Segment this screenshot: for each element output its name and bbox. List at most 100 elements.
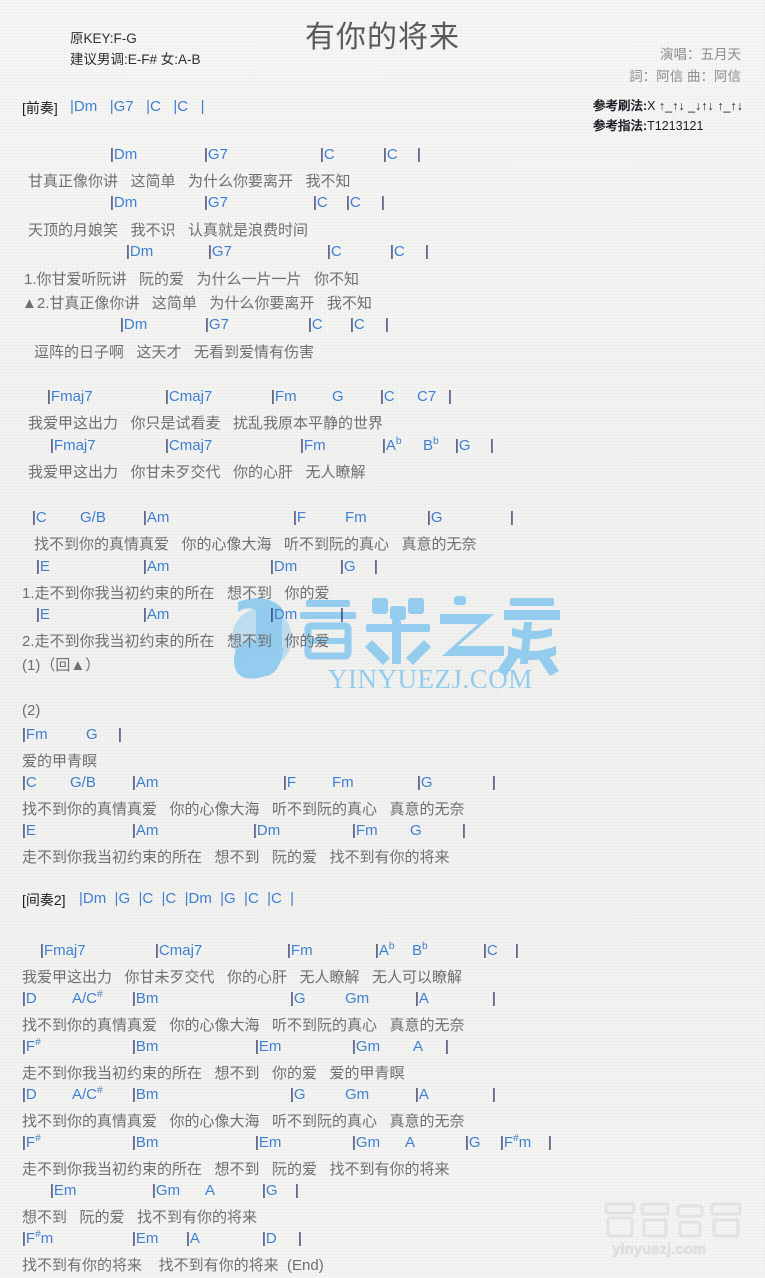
lyric-text: 想不到 阮的爱 找不到有你的将来: [22, 1209, 258, 1226]
lyric-text: 找不到你的真情真爱 你的心像大海 听不到阮的真心 真意的无奈: [22, 1017, 465, 1034]
chord-token: Gm: [345, 990, 369, 1007]
chord-token: |C: [383, 146, 398, 163]
chord-name: Fm: [274, 388, 297, 405]
chord-token: G: [332, 388, 344, 405]
bar-line: |: [340, 606, 344, 623]
chord-token: |Bm: [132, 990, 158, 1007]
chord-token: |F: [293, 509, 306, 526]
chord-name: G7: [207, 194, 228, 211]
bar-line: |: [425, 243, 429, 260]
bar-line: |: [118, 726, 122, 743]
lyric-text: 1.走不到你我当初约束的所在 想不到 你的爱: [22, 585, 330, 602]
chord-token: |Ab: [375, 941, 395, 959]
chord-token: |G: [455, 437, 471, 454]
lyric-text: 我爱甲这出力 你甘未歹交代 你的心肝 无人瞭解: [28, 464, 366, 481]
chord-token: |G: [290, 1086, 306, 1103]
bar-line: |: [492, 1086, 496, 1103]
chord-token: A: [413, 1038, 423, 1055]
bar-line: |: [448, 388, 452, 405]
lyric-row: 找不到你的真情真爱 你的心像大海 听不到阮的真心 真意的无奈: [0, 1110, 765, 1134]
chord-token: |: [417, 146, 421, 163]
chord-token: |Ab: [382, 436, 402, 454]
chord-token: |G7: [208, 243, 232, 260]
lyric-row: 找不到你的真情真爱 你的心像大海 听不到阮的真心 真意的无奈: [0, 533, 765, 557]
chord-name: A: [418, 990, 429, 1007]
chord-token: |A: [186, 1230, 200, 1247]
chord-row: |Dm |G7 |C |C |: [0, 146, 765, 170]
chord-token: |E: [36, 606, 50, 623]
chord-name: G7: [211, 243, 232, 260]
chord-token: A/C#: [72, 989, 103, 1007]
chord-token: |: [445, 1038, 449, 1055]
lyric-row: 走不到你我当初约束的所在 想不到 阮的爱 找不到有你的将来: [0, 1158, 765, 1182]
chord-token: |Dm: [126, 243, 153, 260]
chord-name: Em: [53, 1182, 77, 1199]
chord-row: |Em |Gm A |G |: [0, 1182, 765, 1206]
chord-name: G: [458, 437, 471, 454]
chord-name: Gm: [355, 1038, 381, 1055]
bar-line: |: [492, 990, 496, 1007]
chord-name: Dm: [273, 558, 298, 575]
chord-row: |Fmaj7 |Cmaj7 |Fm |Ab Bb |C |: [0, 941, 765, 966]
chord-token: |G: [417, 774, 433, 791]
chord-row: |D A/C# |Bm |G Gm |A |: [0, 989, 765, 1014]
chord-token: A: [405, 1134, 415, 1151]
chord-token: A/C#: [72, 1085, 103, 1103]
chord-token: |Am: [132, 774, 158, 791]
lyric-text: 我爱甲这出力 你只是试看麦 扰乱我原本平静的世界: [28, 415, 384, 432]
chord-name: C: [316, 194, 328, 211]
lyric-row: 走不到你我当初约束的所在 想不到 你的爱 爱的甲青瞑: [0, 1062, 765, 1086]
chord-token: |C: [22, 774, 37, 791]
chord-name: Cmaj7: [158, 942, 203, 959]
chord-name: Dm: [113, 146, 138, 163]
chord-token: |Bm: [132, 1134, 158, 1151]
chord-token: |: [295, 1182, 299, 1199]
chord-token: |G: [290, 990, 306, 1007]
lyric-text: 找不到你的真情真爱 你的心像大海 听不到阮的真心 真意的无奈: [22, 801, 465, 818]
chord-name: Fm: [25, 726, 48, 743]
chord-name: G: [86, 726, 98, 743]
chord-token: G: [86, 726, 98, 743]
chord-token: Fm: [332, 774, 354, 791]
chord-token: |F#m: [22, 1229, 53, 1247]
chord-token: |D: [262, 1230, 277, 1247]
lyric-text: 爱的甲青瞑: [22, 753, 98, 770]
chord-name: C: [393, 243, 405, 260]
chord-token: |G7: [204, 194, 228, 211]
chord-name: Cmaj7: [168, 437, 213, 454]
bar-line: |: [381, 194, 385, 211]
lyric-text: 找不到你的真情真爱 你的心像大海 听不到阮的真心 真意的无奈: [22, 1113, 465, 1130]
chord-name: Am: [135, 774, 159, 791]
chord-row: |E |Am |Dm |: [0, 606, 765, 630]
lyric-row: 走不到你我当初约束的所在 想不到 阮的爱 找不到有你的将来: [0, 846, 765, 870]
bar-line: |: [515, 942, 519, 959]
chord-name: F: [286, 774, 297, 791]
chord-token: |Dm: [270, 558, 297, 575]
bar-line: |: [492, 774, 496, 791]
chord-token: |Fmaj7: [50, 437, 96, 454]
chord-token: |F: [283, 774, 296, 791]
chord-row: |Dm |G7 |C |C |: [0, 194, 765, 218]
chord-name: Bm: [135, 1086, 159, 1103]
bar-line: |: [548, 1134, 552, 1151]
interlude2-chords: |Dm |G |C |C |Dm |G |C |C |: [79, 890, 295, 907]
chord-token: |F#m: [500, 1133, 531, 1151]
lyric-text: 逗阵的日子啊 这天才 无看到爱情有伤害: [34, 344, 315, 361]
chord-name: Gm: [345, 1086, 370, 1103]
writers: 詞：阿信 曲：阿信: [629, 69, 741, 84]
lyric-row: 找不到你的真情真爱 你的心像大海 听不到阮的真心 真意的无奈: [0, 1014, 765, 1038]
chord-token: |Fm: [271, 388, 297, 405]
chord-name: Gm: [355, 1134, 381, 1151]
chord-name: G/B: [80, 509, 106, 526]
chord-name: E: [39, 558, 50, 575]
chord-token: |C: [308, 316, 323, 333]
chord-name: Bm: [135, 990, 159, 1007]
chord-token: |G: [427, 509, 443, 526]
chord-name: Bb: [423, 436, 439, 454]
chord-name: Bm: [135, 1038, 159, 1055]
chord-row: |Fmaj7 |Cmaj7 |Fm G |C C7 |: [0, 388, 765, 412]
chord-token: |Gm: [152, 1182, 180, 1199]
chord-sheet: 有你的将来 原KEY:F-G 建议男调:E-F# 女:A-B 演唱：五月天 詞：…: [0, 0, 765, 1276]
chord-token: |A: [415, 1086, 429, 1103]
chord-token: |Dm: [120, 316, 147, 333]
